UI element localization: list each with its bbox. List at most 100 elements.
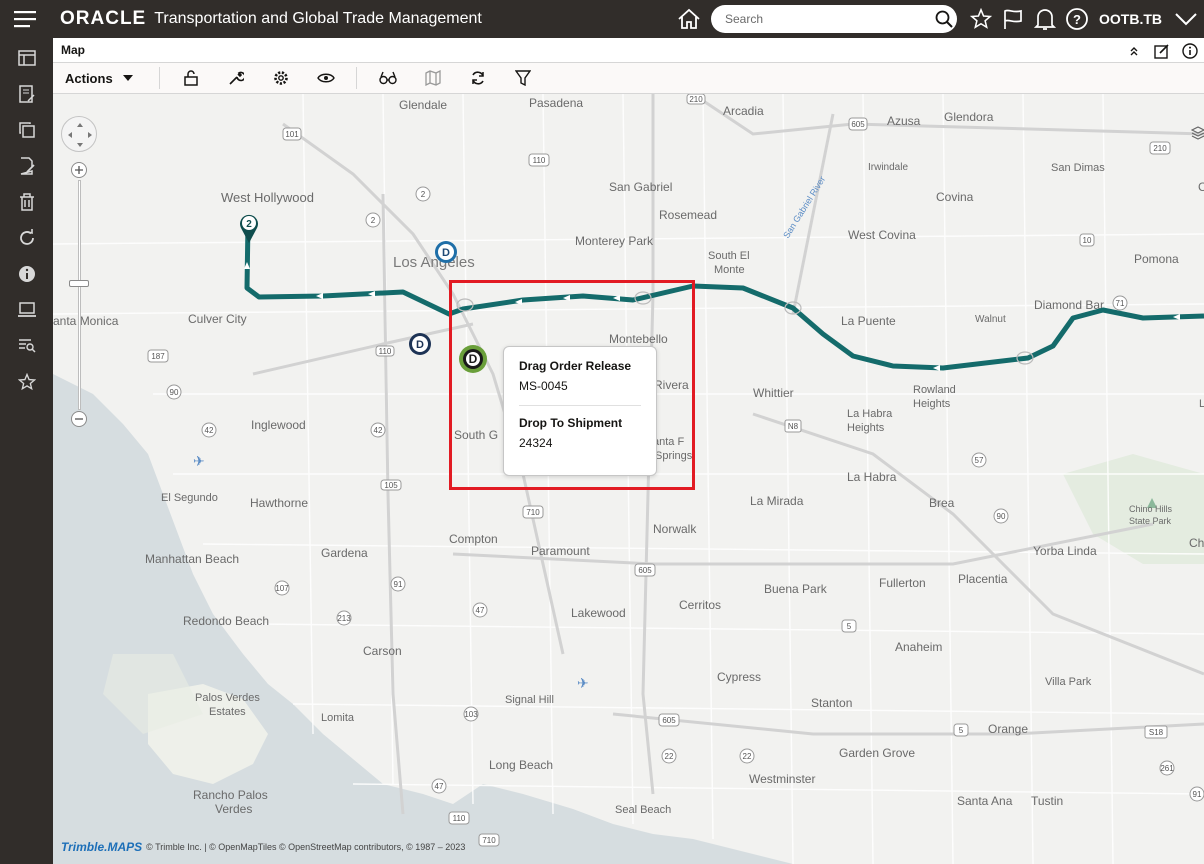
panel-info-button[interactable] (1176, 42, 1204, 59)
user-menu-button[interactable] (1168, 0, 1204, 38)
sidebar-item-info[interactable] (0, 256, 53, 292)
filter-button[interactable] (500, 63, 545, 94)
app-title: Transportation and Global Trade Manageme… (154, 10, 482, 27)
map-layers-button[interactable] (1190, 126, 1204, 140)
sidebar-item-screen[interactable] (0, 292, 53, 328)
trash-icon (19, 193, 34, 211)
monitor-icon (17, 302, 36, 317)
map-attribution: Trimble.MAPS © Trimble Inc. | © OpenMapT… (61, 840, 465, 854)
refresh-map-button[interactable] (455, 63, 500, 94)
caret-down-icon (122, 75, 133, 81)
notifications-button[interactable] (1029, 0, 1061, 38)
popup-value-shipment: 24324 (519, 436, 553, 450)
layout-icon (17, 50, 36, 66)
svg-text:D: D (416, 339, 424, 351)
map-canvas[interactable]: 101 2 110 2 210 605 210 10 71 110 187 90… (53, 94, 1204, 864)
menu-button[interactable] (0, 0, 52, 38)
trimble-logo: Trimble.MAPS (61, 840, 143, 854)
actions-label: Actions (65, 70, 113, 86)
zoom-out-button[interactable] (71, 411, 87, 427)
collapse-button[interactable] (1120, 46, 1148, 56)
star-icon (17, 373, 36, 391)
double-chevron-up-icon (1130, 46, 1138, 55)
map-layer-button[interactable] (410, 63, 455, 94)
map-toolbar: Actions (53, 63, 1204, 94)
home-button[interactable] (673, 0, 705, 38)
drop-marker-navy[interactable]: D (408, 332, 432, 356)
tools-button[interactable] (213, 63, 258, 94)
map-panel-header: Map (53, 38, 1204, 63)
user-name[interactable]: OOTB.TB (1099, 11, 1162, 27)
glasses-button[interactable] (365, 63, 410, 94)
edit-document-icon (20, 157, 35, 175)
search-box[interactable] (711, 5, 957, 33)
edit-list-icon (18, 85, 35, 103)
left-sidebar (0, 38, 53, 864)
view-button[interactable] (303, 63, 348, 94)
attribution-text: © Trimble Inc. | © OpenMapTiles © OpenSt… (146, 842, 466, 852)
search-icon[interactable] (935, 10, 953, 28)
edit-icon (1154, 43, 1169, 59)
popup-divider (519, 405, 641, 406)
glasses-icon (378, 71, 397, 85)
sidebar-item-delete[interactable] (0, 184, 53, 220)
gear-icon (273, 71, 288, 85)
map-icon (424, 70, 441, 86)
drag-drop-popup: Drag Order Release MS-0045 Drop To Shipm… (503, 346, 657, 476)
oracle-logo: ORACLE (60, 8, 147, 29)
layers-icon (1190, 126, 1204, 140)
drop-marker-blue[interactable]: D (434, 240, 458, 264)
popup-label-order-release: Drag Order Release (519, 359, 632, 373)
info-icon (18, 266, 35, 282)
svg-text:?: ? (1073, 12, 1081, 27)
main-panel: Map Actions 101 2 110 2 210 605 210 10 7… (53, 38, 1204, 864)
refresh-icon (471, 71, 484, 85)
popup-value-order-release: MS-0045 (519, 379, 568, 393)
bell-icon (1034, 9, 1056, 30)
plus-icon (75, 166, 83, 174)
filter-icon (514, 70, 531, 86)
panel-title: Map (61, 43, 85, 57)
zoom-slider-track[interactable] (78, 180, 81, 410)
sidebar-item-edit-list[interactable] (0, 76, 53, 112)
svg-text:D: D (442, 247, 450, 259)
zoom-in-button[interactable] (71, 162, 87, 178)
sidebar-item-refresh[interactable] (0, 220, 53, 256)
star-icon (969, 8, 993, 29)
pan-arrows-icon (68, 123, 92, 147)
unlock-icon (183, 70, 198, 86)
top-bar: ORACLE Transportation and Global Trade M… (0, 0, 1204, 38)
sidebar-item-edit-document[interactable] (0, 148, 53, 184)
flag-button[interactable] (997, 0, 1029, 38)
popup-label-shipment: Drop To Shipment (519, 416, 623, 430)
chevron-down-icon (1175, 13, 1197, 26)
settings-button[interactable] (258, 63, 303, 94)
search-list-icon (18, 339, 36, 353)
sidebar-item-favorites[interactable] (0, 364, 53, 400)
hamburger-icon (14, 11, 36, 28)
refresh-icon (19, 229, 34, 245)
sidebar-item-layout[interactable] (0, 40, 53, 76)
pan-control[interactable] (61, 116, 97, 152)
edit-panel-button[interactable] (1148, 43, 1176, 59)
svg-text:2: 2 (246, 219, 252, 230)
search-input[interactable] (725, 12, 925, 26)
wrench-icon (228, 71, 244, 85)
unlock-button[interactable] (168, 63, 213, 94)
zoom-slider-handle[interactable] (69, 280, 89, 287)
help-icon: ? (1066, 8, 1088, 30)
help-button[interactable]: ? (1061, 0, 1093, 38)
sidebar-item-search-list[interactable] (0, 328, 53, 364)
actions-menu-button[interactable]: Actions (65, 71, 151, 86)
flag-icon (1004, 9, 1022, 29)
toolbar-separator (356, 67, 357, 89)
minus-icon (75, 418, 83, 420)
home-icon (678, 8, 700, 29)
toolbar-separator (159, 67, 160, 89)
sidebar-item-copy[interactable] (0, 112, 53, 148)
copy-icon (18, 122, 35, 138)
eye-icon (316, 73, 335, 83)
info-icon (1182, 42, 1198, 59)
favorites-button[interactable] (965, 0, 997, 38)
stop-marker-2[interactable]: 2 (238, 212, 260, 244)
